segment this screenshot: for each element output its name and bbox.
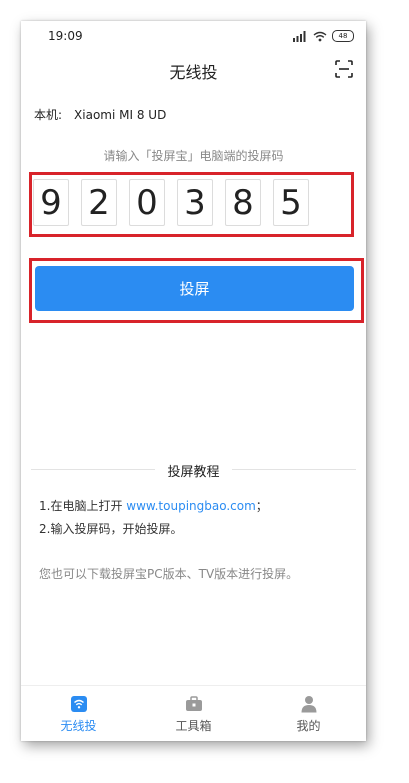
page-title: 无线投 [169, 63, 218, 82]
tutorial-heading: 投屏教程 [21, 461, 366, 480]
device-label: 本机: [34, 108, 63, 122]
cellular-signal-icon [293, 30, 306, 42]
toolbox-icon [184, 694, 204, 714]
status-time: 19:09 [48, 29, 83, 43]
person-icon [299, 694, 319, 714]
tutorial-step-2: 2.输入投屏码，开始投屏。 [39, 522, 183, 536]
tab-label: 我的 [296, 719, 321, 733]
scan-button[interactable] [332, 57, 356, 81]
code-digit[interactable]: 0 [129, 179, 165, 226]
website-link[interactable]: www.toupingbao.com [126, 499, 256, 513]
tab-mine[interactable]: 我的 [251, 686, 366, 741]
status-icons: 48 [292, 27, 354, 45]
device-name: Xiaomi MI 8 UD [74, 108, 167, 122]
code-digit[interactable]: 9 [33, 179, 69, 226]
download-note: 您也可以下载投屏宝PC版本、TV版本进行投屏。 [39, 567, 299, 581]
status-bar: 19:09 48 [21, 21, 366, 51]
scan-icon [335, 60, 353, 78]
device-info: 本机: Xiaomi MI 8 UD [34, 106, 166, 123]
tab-toolbox[interactable]: 工具箱 [136, 686, 251, 741]
phone-screen: 19:09 48 无线投 本机: Xiaomi MI 8 UD 请输入「投屏宝」… [21, 21, 366, 741]
code-digit[interactable]: 2 [81, 179, 117, 226]
wireless-cast-icon [69, 694, 89, 714]
step1-suffix: ； [255, 499, 268, 513]
tutorial-step-1: 1.在电脑上打开 www.toupingbao.com； [39, 497, 268, 514]
wifi-icon [313, 31, 327, 41]
code-digit[interactable]: 3 [177, 179, 213, 226]
cast-button[interactable]: 投屏 [35, 266, 354, 311]
tab-label: 工具箱 [175, 719, 212, 733]
tab-label: 无线投 [60, 719, 97, 733]
tutorial-title: 投屏教程 [155, 465, 232, 480]
code-prompt: 请输入「投屏宝」电脑端的投屏码 [103, 149, 284, 163]
battery-icon: 48 [332, 30, 354, 42]
step1-prefix: 1.在电脑上打开 [39, 499, 127, 513]
tab-wireless-cast[interactable]: 无线投 [21, 686, 136, 741]
code-digit[interactable]: 5 [273, 179, 309, 226]
code-digit[interactable]: 8 [225, 179, 261, 226]
code-input[interactable]: 9 2 0 3 8 5 [33, 179, 309, 226]
tab-bar: 无线投 工具箱 我的 [21, 685, 366, 741]
